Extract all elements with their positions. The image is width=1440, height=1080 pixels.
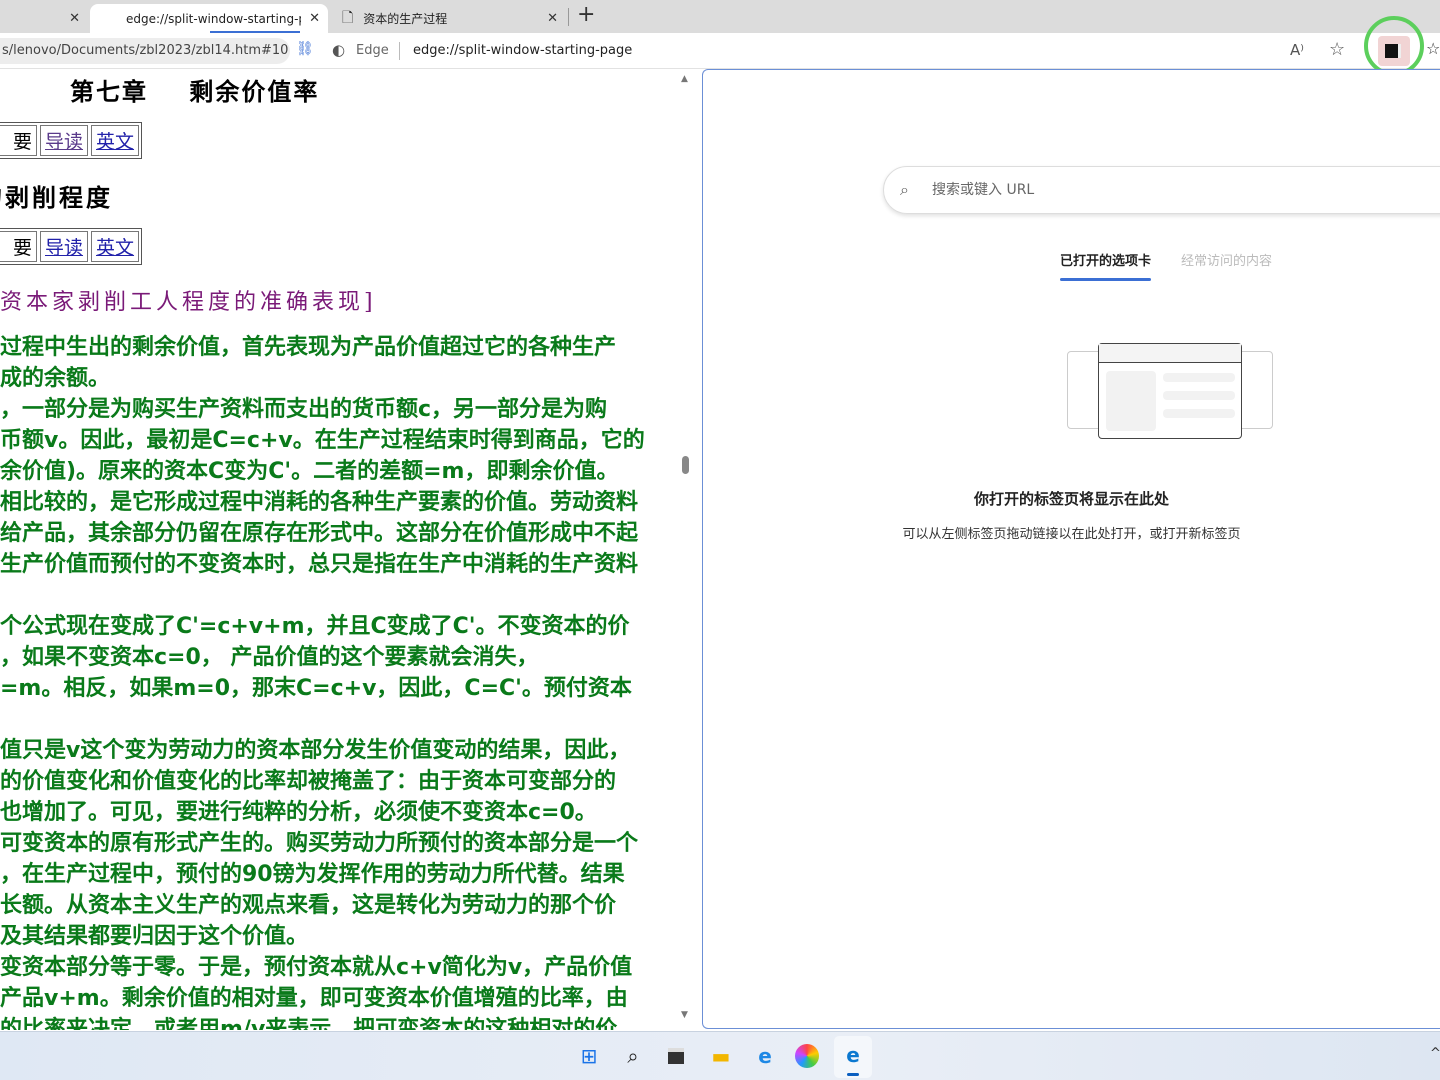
taskbar: ⊞ ⌕ ▬ e e ^ (0, 1031, 1440, 1080)
favorites-icon[interactable]: ☆ (1426, 39, 1440, 58)
text-line: 余价值)。原来的资本C变为C'。二者的差额=m，即剩余价值。 (0, 459, 619, 484)
search-icon: ⌕ (900, 180, 909, 199)
nav-table: 要 导读 英文 (0, 122, 143, 159)
divider (568, 8, 569, 26)
site-label: Edge (356, 43, 389, 58)
search-icon[interactable]: ⌕ (619, 1042, 647, 1070)
favorite-star-icon[interactable]: ☆ (1329, 39, 1345, 60)
nav-guide-link[interactable]: 导读 (45, 127, 83, 154)
tab-document[interactable]: 🗋 资本的生产过程 ✕ (336, 4, 566, 33)
tab-frequent[interactable]: 经常访问的内容 (1181, 250, 1272, 269)
nav-english-link[interactable]: 英文 (96, 127, 134, 154)
text-line: 过程中生出的剩余价值，首先表现为产品价值超过它的各种生产 (0, 335, 617, 360)
color-app-icon[interactable] (795, 1044, 819, 1068)
nav-table: 要 导读 英文 (0, 228, 143, 265)
section-title: 的剥削程度 (0, 183, 113, 212)
text-line: ，如果不变资本c=0， 产品价值的这个要素就会消失， (0, 645, 539, 670)
right-url-field[interactable]: edge://split-window-starting-page (413, 43, 632, 58)
nav-guide-link[interactable]: 导读 (45, 233, 83, 260)
text-line: 可变资本的原有形式产生的。购买劳动力所预付的资本部分是一个 (0, 831, 639, 856)
close-icon[interactable]: ✕ (309, 11, 320, 26)
left-pane-document: 第七章 剩余价值率 要 导读 英文 的剥削程度 要 导读 英文 资本家剥削工人程… (0, 70, 693, 1030)
edge-dev-icon[interactable]: e (751, 1042, 779, 1070)
windows-start-icon[interactable]: ⊞ (575, 1042, 603, 1070)
tab-bar: ✕ edge://split-window-starting-page ✕ 🗋 … (0, 0, 1440, 33)
tabs-illustration (1098, 343, 1242, 439)
left-scrollbar[interactable]: ▲ ▼ (679, 70, 693, 1030)
tab-label: 资本的生产过程 (363, 12, 448, 26)
text-line: 相比较的，是它形成过程中消耗的各种生产要素的价值。劳动资料 (0, 490, 639, 515)
tab-label: 已打开的选项卡 (1060, 254, 1152, 269)
subsection-title: 资本家剥削工人程度的准确表现] (0, 290, 377, 315)
text-line: 的价值变化和价值变化的比率却被掩盖了：由于资本可变部分的 (0, 769, 617, 794)
text-line: 给产品，其余部分仍留在原存在形式中。这部分在价值形成中不起 (0, 521, 639, 546)
text-line: 的比率来决定，或者用m/v来表示。把可变资本的这种相对的价 (0, 1017, 618, 1030)
scroll-down-icon[interactable]: ▼ (681, 1010, 688, 1020)
text-line: 变资本部分等于零。于是，预付资本就从c+v简化为v，产品价值 (0, 955, 633, 980)
nav-english-link[interactable]: 英文 (96, 233, 134, 260)
left-url-field[interactable]: s/lenovo/Documents/zbl2023/zbl14.htm#107 (0, 38, 290, 64)
scroll-up-icon[interactable]: ▲ (681, 74, 688, 84)
read-aloud-icon[interactable]: A⁾ (1290, 41, 1304, 59)
text-line: 成的余额。 (0, 366, 111, 391)
text-line: ，在生产过程中，预付的90镑为发挥作用的劳动力所代替。结果 (0, 862, 625, 887)
page-icon: 🗋 (342, 9, 354, 26)
tab-label: edge://split-window-starting-page (126, 11, 301, 26)
close-icon[interactable]: ✕ (69, 11, 80, 26)
text-line: 个公式现在变成了C'=c+v+m，并且C变成了C'。不变资本的价 (0, 614, 630, 639)
search-input[interactable]: 搜索或键入 URL (883, 166, 1440, 214)
text-line: 长额。从资本主义生产的观点来看，这是转化为劳动力的那个价 (0, 893, 617, 918)
chevron-up-icon[interactable]: ^ (1430, 1046, 1440, 1061)
divider (399, 42, 400, 60)
scroll-thumb[interactable] (682, 456, 689, 474)
address-bar: s/lenovo/Documents/zbl2023/zbl14.htm#107… (0, 16, 1440, 76)
edge-icon[interactable]: e (834, 1036, 872, 1078)
empty-title: 你打开的标签页将显示在此处 (973, 490, 1169, 508)
text-line: 生产价值而预付的不变资本时，总只是指在生产中消耗的生产资料 (0, 552, 639, 577)
nav-summary[interactable]: 要 (0, 231, 37, 262)
file-explorer-icon[interactable]: ▬ (707, 1042, 735, 1070)
right-pane-start-page: 搜索或键入 URL ⌕ 已打开的选项卡 经常访问的内容 你打开的标签页将显示在此… (702, 69, 1440, 1029)
edge-logo-icon: ◐ (332, 41, 346, 59)
text-line: =m。相反，如果m=0，那末C=c+v，因此，C=C'。预付资本 (0, 676, 632, 701)
tab-open-tabs[interactable]: 已打开的选项卡 (1060, 250, 1152, 281)
nav-summary[interactable]: 要 (0, 125, 37, 156)
text-line: 值只是v这个变为劳动力的资本部分发生价值变动的结果，因此， (0, 738, 631, 763)
text-line: 币额v。因此，最初是C=c+v。在生产过程结束时得到商品，它的 (0, 428, 645, 453)
split-screen-button[interactable] (1378, 36, 1410, 66)
tab-split-window[interactable]: edge://split-window-starting-page ✕ (90, 4, 328, 33)
active-tab-underline (1060, 278, 1152, 281)
close-icon[interactable]: ✕ (547, 11, 558, 26)
task-view-icon[interactable] (662, 1042, 690, 1070)
text-line: 产品v+m。剩余价值的相对量，即可变资本价值增殖的比率，由 (0, 986, 628, 1011)
text-line: 及其结果都要归因于这个价值。 (0, 924, 309, 949)
new-tab-button[interactable]: + (577, 2, 595, 27)
split-screen-icon (1385, 44, 1401, 58)
split-link-icon[interactable]: ⛓ (296, 41, 314, 57)
chapter-title: 第七章 剩余价值率 (70, 77, 320, 106)
empty-description: 可以从左侧标签页拖动链接以在此处打开，或打开新标签页 (902, 527, 1241, 542)
tab-0[interactable]: ✕ (0, 4, 88, 33)
text-line: 也增加了。可见，要进行纯粹的分析，必须使不变资本c=0。 (0, 800, 597, 825)
text-line: ，一部分是为购买生产资料而支出的货币额c，另一部分是为购 (0, 397, 608, 422)
